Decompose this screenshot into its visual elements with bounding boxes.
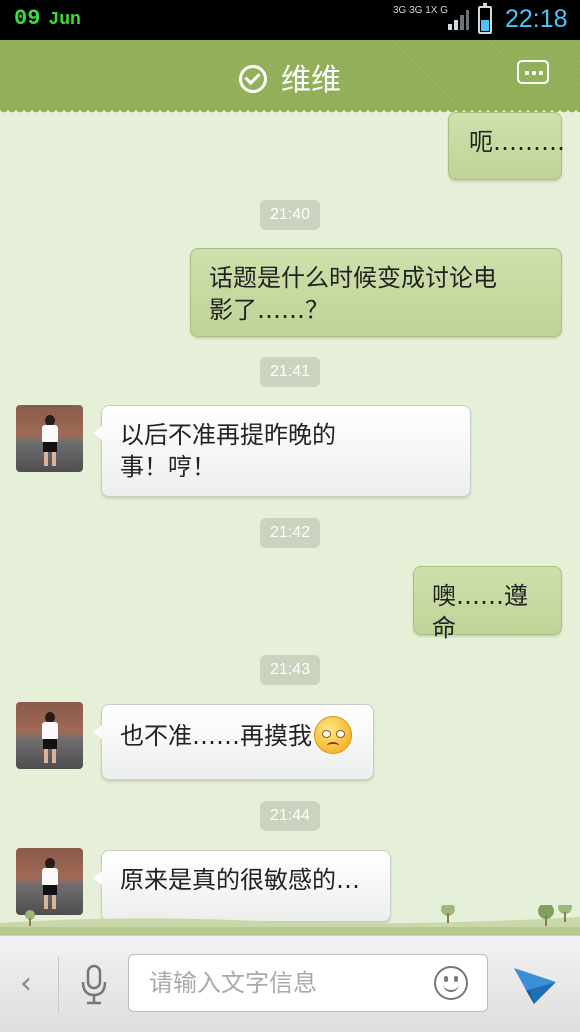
more-options-button[interactable]	[517, 60, 549, 84]
send-icon[interactable]	[512, 964, 558, 1006]
message-text: 呃………	[469, 128, 565, 156]
signal-icon	[448, 10, 469, 30]
status-bar: 09 Jun 3G 3G 1X G 22:18	[0, 0, 580, 40]
message-text: 原来是真的很敏感的…	[120, 866, 360, 894]
avatar[interactable]	[16, 405, 83, 472]
timestamp: 21:43	[260, 655, 320, 685]
message-line: 以后不准再提昨晚的	[120, 421, 336, 449]
battery-icon	[478, 3, 492, 34]
chat-title: 维维	[0, 55, 580, 99]
message-bubble-out[interactable]: 呃………	[448, 112, 565, 180]
message-bubble-in[interactable]: 以后不准再提昨晚的 事！哼！	[93, 405, 471, 497]
timestamp: 21:42	[260, 518, 320, 548]
input-bar: ‹ 请输入文字信息	[0, 935, 580, 1032]
network-3g-1: 3G	[393, 5, 407, 16]
divider	[58, 956, 59, 1014]
chat-area[interactable]: 呃……… 21:40 话题是什么时候变成讨论电 影了……？ 21:41 以后不准…	[0, 108, 580, 932]
chat-header: 维维	[0, 40, 580, 114]
message-bubble-out[interactable]: 噢……遵命	[413, 566, 562, 642]
avatar[interactable]	[16, 702, 83, 769]
background-scenery	[0, 905, 580, 935]
status-date-month: Jun	[48, 10, 81, 30]
message-line: 事！哼！	[120, 453, 216, 481]
check-circle-icon	[239, 64, 267, 93]
timestamp: 21:41	[260, 357, 320, 387]
network-3g-2: 3G	[409, 5, 423, 16]
message-bubble-out[interactable]: 话题是什么时候变成讨论电 影了……？	[190, 248, 562, 337]
chevron-left-icon[interactable]: ‹	[20, 966, 32, 1001]
status-time: 22:18	[505, 5, 568, 33]
message-text: 噢……遵命	[432, 582, 528, 642]
smiley-icon[interactable]	[434, 966, 468, 1000]
message-text: 也不准……再摸我	[120, 722, 312, 750]
contact-name: 维维	[281, 63, 341, 98]
worried-face-icon	[314, 716, 352, 754]
status-date: 09 Jun	[14, 6, 81, 31]
message-bubble-in[interactable]: 也不准……再摸我	[93, 704, 374, 780]
message-input-placeholder: 请输入文字信息	[149, 969, 317, 997]
network-indicators: 3G 3G 1X G	[393, 5, 448, 16]
microphone-icon[interactable]	[78, 964, 110, 1006]
timestamp: 21:40	[260, 200, 320, 230]
timestamp: 21:44	[260, 801, 320, 831]
status-date-day: 09	[14, 6, 41, 31]
network-1x: 1X	[425, 5, 438, 16]
message-line: 话题是什么时候变成讨论电	[209, 264, 497, 292]
message-line: 影了……？	[209, 296, 329, 324]
